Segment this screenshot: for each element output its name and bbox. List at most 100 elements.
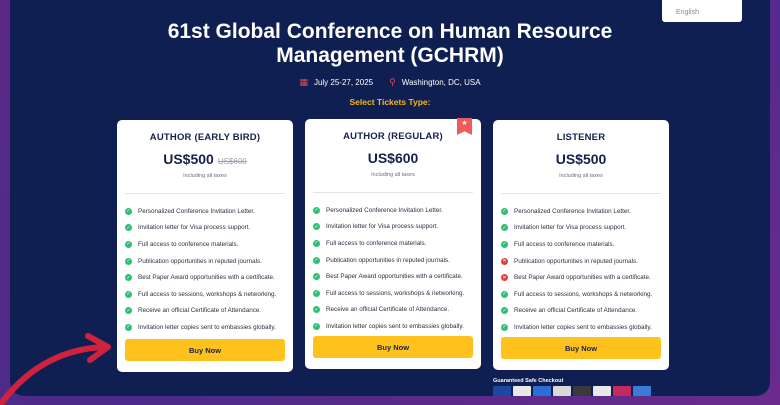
feature-item: ✓ Receive an official Certificate of Atte… bbox=[501, 303, 669, 320]
feature-item: ✓ Invitation letter for Visa process supp… bbox=[501, 220, 669, 237]
ticket-card-header: LISTENER US$500 Including all taxes bbox=[493, 120, 669, 179]
ticket-tax-note: Including all taxes bbox=[183, 173, 227, 179]
location-pin-icon: ⚲ bbox=[389, 77, 396, 87]
check-circle-icon: ✓ bbox=[313, 256, 320, 264]
feature-item: ✓ Personalized Conference Invitation Lett… bbox=[125, 203, 293, 220]
feature-text: Invitation letter for Visa process suppo… bbox=[326, 223, 439, 231]
event-location: ⚲ Washington, DC, USA bbox=[389, 77, 480, 88]
check-circle-icon: ✓ bbox=[125, 257, 132, 265]
feature-text: Publication opportunities in reputed jou… bbox=[138, 257, 262, 265]
feature-item: ✓ Full access to conference materials. bbox=[313, 235, 481, 252]
check-circle-icon: ✓ bbox=[313, 306, 320, 314]
select-tickets-label: Select Tickets Type: bbox=[349, 97, 431, 107]
feature-text: Full access to sessions, workshops & net… bbox=[138, 290, 277, 298]
language-label: English bbox=[676, 9, 699, 16]
check-circle-icon: ✓ bbox=[313, 206, 320, 214]
feature-item: ✓ Invitation letter copies sent to embass… bbox=[501, 319, 669, 336]
feature-item: ✓ Best Paper Award opportunities with a c… bbox=[313, 268, 481, 285]
feature-text: Best Paper Award opportunities with a ce… bbox=[138, 274, 275, 282]
feature-list: ✓ Personalized Conference Invitation Lett… bbox=[117, 194, 293, 336]
feature-item: ✓ Personalized Conference Invitation Lett… bbox=[501, 203, 669, 220]
buy-now-button[interactable]: Buy Now bbox=[501, 337, 661, 359]
check-circle-icon: ✓ bbox=[501, 323, 508, 331]
feature-text: Best Paper Award opportunities with a ce… bbox=[326, 273, 463, 281]
feature-text: Invitation letter for Visa process suppo… bbox=[138, 224, 251, 232]
feature-item: ✓ Invitation letter copies sent to embass… bbox=[313, 318, 481, 335]
feature-text: Full access to sessions, workshops & net… bbox=[326, 289, 465, 297]
check-circle-icon: ✓ bbox=[125, 207, 132, 215]
check-circle-icon: ✓ bbox=[125, 323, 132, 331]
check-circle-icon: ✓ bbox=[125, 290, 132, 298]
feature-item: ✓ Invitation letter for Visa process supp… bbox=[125, 220, 293, 237]
unionpay-logo-icon bbox=[613, 386, 631, 396]
feature-text: Invitation letter copies sent to embassi… bbox=[514, 323, 652, 331]
ticket-name: AUTHOR (REGULAR) bbox=[343, 131, 443, 142]
check-circle-icon: ✓ bbox=[501, 290, 508, 298]
page-frame: English 61st Global Conference on Human … bbox=[10, 0, 770, 396]
language-selector[interactable]: English bbox=[662, 0, 742, 22]
feature-text: Best Paper Award opportunities with a ce… bbox=[514, 274, 651, 282]
feature-text: Full access to conference materials. bbox=[326, 239, 427, 247]
check-circle-icon: ✓ bbox=[501, 207, 508, 215]
googlepay-logo-icon bbox=[593, 386, 611, 396]
safe-checkout-label: Guaranteed Safe Checkout bbox=[493, 378, 564, 384]
feature-text: Publication opportunities in reputed jou… bbox=[326, 256, 450, 264]
feature-item: ✓ Full access to sessions, workshops & ne… bbox=[501, 286, 669, 303]
buy-now-button[interactable]: Buy Now bbox=[313, 336, 473, 358]
ticket-card-author-early-bird: AUTHOR (EARLY BIRD) US$500 US$600 Includi… bbox=[117, 120, 293, 372]
feature-text: Full access to conference materials. bbox=[514, 240, 615, 248]
visa-logo-icon bbox=[493, 386, 511, 396]
feature-item: ✓ Full access to sessions, workshops & ne… bbox=[125, 286, 293, 303]
feature-item: ✓ Publication opportunities in reputed jo… bbox=[125, 253, 293, 270]
feature-item: ✓ Full access to conference materials. bbox=[501, 236, 669, 253]
page-title: 61st Global Conference on Human Resource… bbox=[10, 20, 770, 68]
feature-text: Invitation letter copies sent to embassi… bbox=[138, 323, 276, 331]
feature-text: Personalized Conference Invitation Lette… bbox=[326, 206, 443, 214]
ticket-price: US$600 bbox=[367, 150, 419, 166]
feature-item: ✓ Best Paper Award opportunities with a c… bbox=[125, 269, 293, 286]
ticket-tax-note: Including all taxes bbox=[371, 172, 415, 178]
ticket-name: AUTHOR (EARLY BIRD) bbox=[149, 132, 261, 143]
feature-text: Full access to conference materials. bbox=[138, 240, 239, 248]
feature-item: ✓ Receive an official Certificate of Atte… bbox=[125, 303, 293, 320]
discover-logo-icon bbox=[553, 386, 571, 396]
check-circle-icon: ✓ bbox=[313, 239, 320, 247]
check-circle-icon: ✓ bbox=[125, 240, 132, 248]
ticket-tax-note: Including all taxes bbox=[559, 173, 603, 179]
feature-list: ✓ Personalized Conference Invitation Lett… bbox=[305, 193, 481, 335]
check-circle-icon: ✓ bbox=[125, 274, 132, 282]
ticket-card-header: AUTHOR (REGULAR) US$600 Including all ta… bbox=[305, 119, 481, 178]
feature-text: Invitation letter for Visa process suppo… bbox=[514, 224, 627, 232]
ticket-price-row: US$500 US$600 bbox=[117, 151, 293, 167]
feature-text: Receive an official Certificate of Atten… bbox=[514, 307, 638, 315]
feature-text: Invitation letter copies sent to embassi… bbox=[326, 322, 464, 330]
ticket-card-author-regular: ★ AUTHOR (REGULAR) US$600 Including all … bbox=[305, 118, 481, 369]
ticket-card-header: AUTHOR (EARLY BIRD) US$500 US$600 Includi… bbox=[117, 120, 293, 179]
event-meta: ▦ July 25-27, 2025 ⚲ Washington, DC, USA bbox=[10, 77, 770, 88]
title-line-1: 61st Global Conference on Human Resource bbox=[167, 20, 613, 43]
check-circle-icon: ✓ bbox=[313, 223, 320, 231]
check-circle-icon: ✓ bbox=[501, 224, 508, 232]
buy-now-button[interactable]: Buy Now bbox=[125, 339, 285, 361]
ticket-name: LISTENER bbox=[556, 132, 606, 143]
feature-item: ✓ Receive an official Certificate of Atte… bbox=[313, 302, 481, 319]
feature-list: ✓ Personalized Conference Invitation Lett… bbox=[493, 194, 669, 336]
event-date-text: July 25-27, 2025 bbox=[313, 78, 374, 87]
ticket-old-price: US$600 bbox=[217, 157, 247, 166]
paypal-logo-icon bbox=[633, 386, 651, 396]
x-circle-icon: ✕ bbox=[501, 274, 508, 282]
feature-item: ✕ Best Paper Award opportunities with a c… bbox=[501, 269, 669, 286]
feature-item: ✓ Full access to conference materials. bbox=[125, 236, 293, 253]
ticket-price: US$500 bbox=[555, 151, 607, 167]
feature-item: ✓ Invitation letter copies sent to embass… bbox=[125, 319, 293, 336]
event-date: ▦ July 25-27, 2025 bbox=[299, 77, 373, 88]
check-circle-icon: ✓ bbox=[501, 307, 508, 315]
amex-logo-icon bbox=[533, 386, 551, 396]
check-circle-icon: ✓ bbox=[501, 240, 508, 248]
feature-item: ✓ Personalized Conference Invitation Lett… bbox=[313, 202, 481, 219]
payment-logos bbox=[493, 386, 651, 396]
feature-text: Personalized Conference Invitation Lette… bbox=[514, 207, 631, 215]
feature-text: Publication opportunities in reputed jou… bbox=[514, 257, 638, 265]
feature-item: ✓ Invitation letter for Visa process supp… bbox=[313, 219, 481, 236]
mastercard-logo-icon bbox=[513, 386, 531, 396]
